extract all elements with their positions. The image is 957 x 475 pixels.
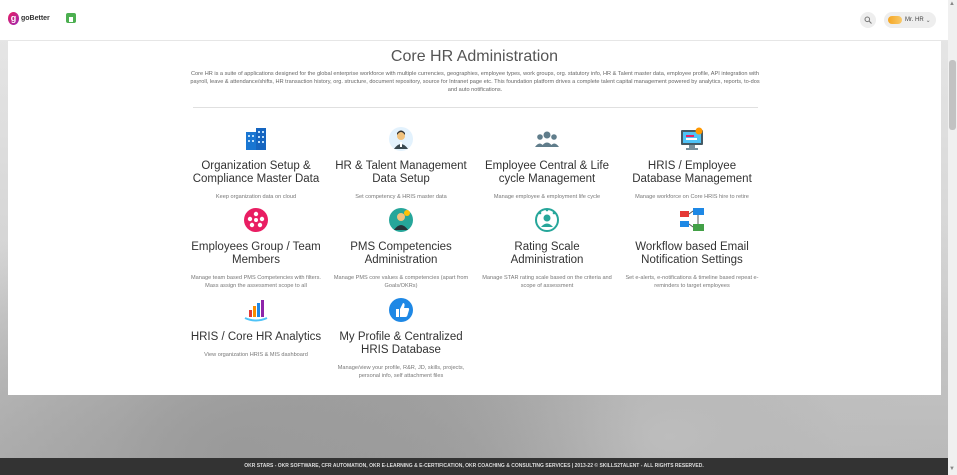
footer-text: OKR STARS - OKR SOFTWARE, CFR AUTOMATION… bbox=[244, 463, 704, 469]
card-title: HRIS / Core HR Analytics bbox=[190, 331, 322, 343]
card-title: Workflow based Email Notification Settin… bbox=[635, 241, 749, 266]
main-panel: Core HR Administration Core HR is a suit… bbox=[8, 41, 941, 395]
search-button[interactable] bbox=[860, 12, 876, 28]
card-description: Manage STAR rating scale based on the cr… bbox=[482, 275, 612, 289]
page-scrollbar[interactable]: ▲ ▼ bbox=[948, 0, 957, 475]
card-title: Employee Central & Life cycle Management bbox=[484, 160, 609, 185]
logo-text: goBetter bbox=[21, 15, 50, 22]
card-description: Manage/view your profile, R&R, JD, skill… bbox=[337, 365, 465, 379]
card-organization-setup[interactable]: Organization Setup & Compliance Master D… bbox=[186, 126, 326, 201]
card-my-profile[interactable]: My Profile & Centralized HRIS Database M… bbox=[331, 297, 471, 380]
card-description: Manage workforce on Core HRIS hire to re… bbox=[635, 194, 749, 200]
search-icon bbox=[864, 16, 872, 24]
analytics-icon bbox=[243, 297, 269, 323]
home-icon[interactable] bbox=[66, 13, 76, 23]
card-title: HRIS / Employee Database Management bbox=[632, 160, 752, 185]
scroll-thumb[interactable] bbox=[949, 60, 956, 130]
card-description: Manage employee & employment life cycle bbox=[493, 194, 601, 200]
card-employees-group[interactable]: Employees Group / Team Members Manage te… bbox=[186, 207, 326, 290]
hr-person-icon bbox=[388, 126, 414, 152]
card-description: Manage team based PMS Competencies with … bbox=[191, 275, 321, 289]
card-title: Organization Setup & Compliance Master D… bbox=[192, 160, 320, 185]
group-circle-icon bbox=[243, 207, 269, 233]
card-hris-database[interactable]: HRIS / Employee Database Management Mana… bbox=[622, 126, 762, 201]
card-workflow-email[interactable]: Workflow based Email Notification Settin… bbox=[622, 207, 762, 290]
app-logo[interactable]: g goBetter bbox=[8, 12, 50, 25]
scroll-down-icon[interactable]: ▼ bbox=[949, 466, 955, 472]
page-title: Core HR Administration bbox=[390, 48, 559, 65]
card-title: Rating Scale Administration bbox=[510, 241, 584, 266]
card-employee-central[interactable]: Employee Central & Life cycle Management… bbox=[477, 126, 617, 201]
user-avatar bbox=[888, 16, 902, 24]
competency-icon bbox=[388, 207, 414, 233]
card-description: Set e-alerts, e-notifications & timeline… bbox=[625, 275, 759, 289]
card-rating-scale[interactable]: Rating Scale Administration Manage STAR … bbox=[477, 207, 617, 290]
card-description: Manage PMS core values & competencies (a… bbox=[333, 275, 469, 289]
page-description: Core HR is a suite of applications desig… bbox=[190, 71, 760, 93]
card-description: Set competency & HRIS master data bbox=[355, 194, 447, 200]
card-title: Employees Group / Team Members bbox=[191, 241, 321, 266]
building-icon bbox=[243, 126, 269, 152]
scroll-up-icon[interactable]: ▲ bbox=[949, 1, 955, 7]
rating-icon bbox=[534, 207, 560, 233]
user-name: Mr. HR bbox=[905, 17, 924, 23]
card-description: View organization HRIS & MIS dashboard bbox=[204, 352, 308, 358]
card-pms-competencies[interactable]: PMS Competencies Administration Manage P… bbox=[331, 207, 471, 290]
thumbs-up-icon bbox=[388, 297, 414, 323]
card-title: My Profile & Centralized HRIS Database bbox=[339, 331, 463, 356]
card-title: HR & Talent Management Data Setup bbox=[335, 160, 467, 185]
card-hris-analytics[interactable]: HRIS / Core HR Analytics View organizati… bbox=[186, 297, 326, 359]
top-navbar: g goBetter Mr. HR ⌄ bbox=[0, 0, 948, 41]
footer: OKR STARS - OKR SOFTWARE, CFR AUTOMATION… bbox=[0, 458, 948, 475]
database-monitor-icon bbox=[679, 126, 705, 152]
card-description: Keep organization data on cloud bbox=[215, 194, 297, 200]
card-hr-talent-setup[interactable]: HR & Talent Management Data Setup Set co… bbox=[331, 126, 471, 201]
card-title: PMS Competencies Administration bbox=[350, 241, 452, 266]
workflow-email-icon bbox=[679, 207, 705, 233]
chevron-down-icon: ⌄ bbox=[925, 17, 931, 24]
logo-icon: g bbox=[8, 12, 19, 25]
team-icon bbox=[534, 126, 560, 152]
divider bbox=[193, 107, 758, 108]
user-menu[interactable]: Mr. HR ⌄ bbox=[884, 12, 936, 28]
